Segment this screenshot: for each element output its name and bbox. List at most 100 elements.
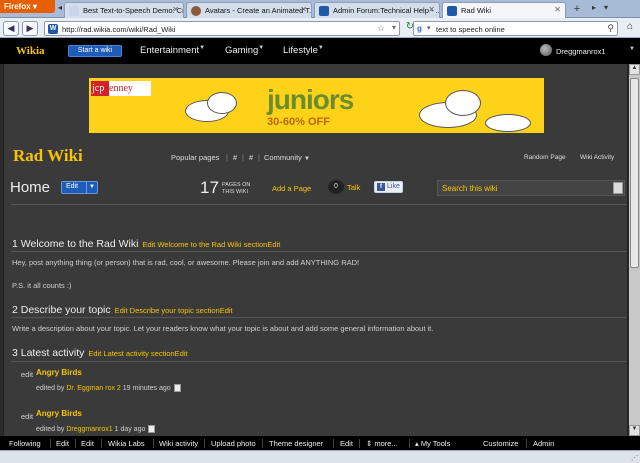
toolbar-separator bbox=[204, 439, 205, 448]
browser-tab[interactable]: Admin Forum:Technical Help - ... ✕ bbox=[314, 2, 440, 18]
toolbar-edit[interactable]: Edit bbox=[81, 439, 94, 448]
wikia-icon bbox=[447, 6, 457, 16]
section-edit-link[interactable]: Edit Welcome to the Rad Wiki section bbox=[142, 240, 267, 249]
resize-grip-icon[interactable]: ⋰ bbox=[631, 454, 638, 462]
activity-meta: edited by Dreggmanrox1 1 day ago bbox=[36, 425, 156, 433]
toolbar-separator bbox=[359, 439, 360, 448]
facebook-icon: f bbox=[377, 183, 385, 191]
user-avatar[interactable] bbox=[540, 44, 552, 56]
chevron-down-icon[interactable]: ▼ bbox=[86, 182, 97, 193]
activity-title-link[interactable]: Angry Birds bbox=[36, 409, 82, 418]
section-edit-link[interactable]: Edit Describe your topic section bbox=[115, 306, 220, 315]
wiki-nav-popular-pages[interactable]: Popular pages bbox=[171, 153, 219, 162]
toolbar-my-tools[interactable]: ▴ My Tools bbox=[415, 439, 450, 448]
wiki-nav-community[interactable]: Community ▼ bbox=[264, 153, 310, 162]
nav-entertainment[interactable]: Entertainment▼ bbox=[140, 45, 205, 56]
ad-headline: juniors bbox=[267, 84, 354, 115]
random-page-link[interactable]: Random Page bbox=[524, 154, 566, 161]
nav-gaming[interactable]: Gaming▼ bbox=[225, 45, 264, 56]
wiki-name[interactable]: Rad Wiki bbox=[13, 146, 83, 166]
diff-icon[interactable] bbox=[148, 425, 156, 433]
close-tab-icon[interactable]: ✕ bbox=[300, 5, 307, 14]
toolbar-following[interactable]: Following bbox=[9, 439, 41, 448]
section-heading: 2 Describe your topic Edit Describe your … bbox=[12, 304, 233, 316]
activity-user-link[interactable]: Dr. Eggman rox 2 bbox=[66, 385, 120, 392]
toolbar-upload-photo[interactable]: Upload photo bbox=[211, 439, 256, 448]
browser-search-text: text to speech online bbox=[436, 25, 505, 34]
diff-icon[interactable] bbox=[173, 384, 181, 392]
address-bar[interactable]: W http://rad.wikia.com/wiki/Rad_Wiki ☆ ▾ bbox=[44, 21, 400, 36]
toolbar-admin[interactable]: Admin bbox=[533, 439, 554, 448]
activity-user-link[interactable]: Dreggmanrox1 bbox=[66, 426, 112, 433]
user-menu-chevron-icon[interactable]: ▼ bbox=[629, 46, 635, 52]
tab-scroll-right-icon[interactable]: ▸ bbox=[592, 3, 596, 12]
browser-navigation-bar: ◀ ▶ W http://rad.wikia.com/wiki/Rad_Wiki… bbox=[0, 18, 640, 38]
tab-list-icon[interactable]: ▾ bbox=[604, 3, 608, 12]
search-engine-dropdown-icon[interactable]: ▾ bbox=[427, 24, 431, 32]
toolbar-separator bbox=[526, 439, 527, 448]
browser-search-field[interactable]: g ▾ text to speech online ⚲ bbox=[413, 21, 618, 36]
wiki-nav-hash[interactable]: # bbox=[233, 153, 237, 162]
scrollbar-thumb[interactable] bbox=[630, 78, 639, 268]
page-title: Home bbox=[10, 179, 51, 196]
toolbar-customize[interactable]: Customize bbox=[483, 439, 518, 448]
toolbar-separator bbox=[75, 439, 76, 448]
wiki-activity-link[interactable]: Wiki Activity bbox=[580, 154, 614, 161]
forward-button[interactable]: ▶ bbox=[22, 21, 38, 36]
tab-scroll-left-icon[interactable]: ◂ bbox=[58, 3, 62, 12]
nav-lifestyle[interactable]: Lifestyle▼ bbox=[283, 45, 324, 56]
toolbar-more[interactable]: ⇕ more... bbox=[366, 439, 398, 448]
advertisement-banner[interactable]: jcp enney juniors 30-60% OFF bbox=[89, 78, 544, 133]
back-button[interactable]: ◀ bbox=[3, 21, 19, 36]
talk-count-bubble[interactable]: 0 bbox=[328, 180, 344, 194]
close-tab-icon[interactable]: ✕ bbox=[428, 5, 435, 14]
bookmark-star-icon[interactable]: ☆ bbox=[377, 23, 385, 34]
history-dropdown-icon[interactable]: ▾ bbox=[392, 23, 396, 32]
section-edit-link[interactable]: Edit bbox=[267, 240, 280, 249]
browser-tab[interactable]: Avatars - Create an Animated T... ✕ bbox=[186, 2, 312, 18]
wiki-search-input[interactable]: Search this wiki bbox=[437, 180, 625, 196]
search-button[interactable] bbox=[613, 182, 623, 194]
scroll-down-icon[interactable]: ▼ bbox=[629, 425, 640, 436]
section-heading: 3 Latest activity Edit Latest activity se… bbox=[12, 347, 188, 359]
home-icon[interactable]: ⌂ bbox=[622, 21, 638, 36]
wiki-nav-separator: | bbox=[242, 153, 244, 162]
start-a-wiki-button[interactable]: Start a wiki bbox=[68, 45, 122, 57]
toolbar-theme-designer[interactable]: Theme designer bbox=[269, 439, 323, 448]
add-page-link[interactable]: Add a Page bbox=[272, 184, 311, 193]
section-paragraph: P.S. it all counts :) bbox=[12, 281, 72, 290]
wiki-nav-separator: | bbox=[258, 153, 260, 162]
toolbar-wikia-labs[interactable]: Wikia Labs bbox=[108, 439, 145, 448]
firefox-menu-button[interactable]: Firefox ▾ bbox=[0, 0, 55, 13]
page-scrollbar[interactable]: ▲ ▼ bbox=[629, 64, 640, 436]
activity-title-link[interactable]: Angry Birds bbox=[36, 368, 82, 377]
facebook-like-button[interactable]: f Like bbox=[374, 181, 403, 193]
cloud-decoration bbox=[445, 90, 481, 116]
section-edit-link[interactable]: Edit Latest activity section bbox=[88, 349, 174, 358]
search-icon[interactable]: ⚲ bbox=[607, 23, 614, 34]
cloud-decoration bbox=[207, 92, 237, 114]
browser-tab-active[interactable]: Rad Wiki ✕ bbox=[442, 2, 566, 18]
cloud-decoration bbox=[485, 114, 531, 132]
talk-link[interactable]: Talk bbox=[347, 183, 360, 192]
browser-tab[interactable]: Best Text-to-Speech Demo: Cre... ✕ bbox=[64, 2, 184, 18]
new-tab-button[interactable]: + bbox=[570, 3, 584, 17]
toolbar-separator bbox=[409, 439, 410, 448]
scroll-up-icon[interactable]: ▲ bbox=[629, 64, 640, 75]
close-tab-icon[interactable]: ✕ bbox=[172, 5, 179, 14]
wikia-logo[interactable]: Wikia bbox=[16, 45, 45, 57]
toolbar-edit[interactable]: Edit bbox=[56, 439, 69, 448]
toolbar-wiki-activity[interactable]: Wiki activity bbox=[159, 439, 198, 448]
user-name[interactable]: Dreggmanrox1 bbox=[556, 47, 606, 56]
close-tab-icon[interactable]: ✕ bbox=[554, 5, 561, 14]
edit-page-button[interactable]: Edit ▼ bbox=[61, 181, 98, 194]
wiki-nav-separator: | bbox=[226, 153, 228, 162]
google-icon[interactable]: g bbox=[417, 24, 427, 34]
wiki-nav-hash[interactable]: # bbox=[249, 153, 253, 162]
activity-meta: edited by Dr. Eggman rox 2 19 minutes ag… bbox=[36, 384, 181, 392]
section-edit-link[interactable]: Edit bbox=[175, 349, 188, 358]
section-edit-link[interactable]: Edit bbox=[220, 306, 233, 315]
toolbar-edit[interactable]: Edit bbox=[340, 439, 353, 448]
browser-tab-bar: Firefox ▾ ◂ Best Text-to-Speech Demo: Cr… bbox=[0, 0, 640, 18]
wikia-bottom-toolbar: Following Edit Edit Wikia Labs Wiki acti… bbox=[0, 436, 640, 450]
